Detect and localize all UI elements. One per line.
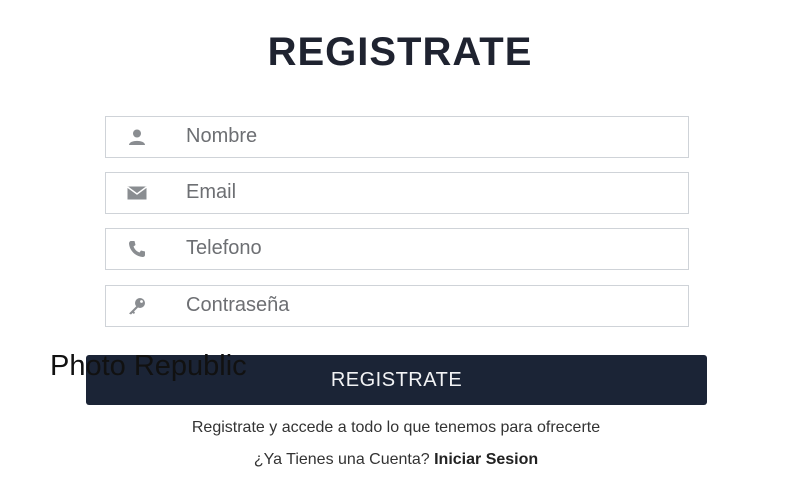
- user-icon: [126, 128, 148, 146]
- nombre-input[interactable]: [186, 117, 676, 156]
- telefono-input[interactable]: [186, 229, 676, 268]
- key-icon: [126, 297, 148, 315]
- login-prompt-line: ¿Ya Tienes una Cuenta? Iniciar Sesion: [0, 451, 792, 469]
- nombre-field[interactable]: [105, 116, 689, 158]
- tagline-text: Registrate y accede a todo lo que tenemo…: [191, 419, 601, 436]
- watermark-text: Photo Republic: [50, 350, 247, 382]
- page-title: REGISTRATE: [267, 30, 533, 74]
- email-input[interactable]: [186, 173, 676, 212]
- password-input[interactable]: [186, 286, 676, 325]
- telefono-field[interactable]: [105, 228, 689, 270]
- password-field[interactable]: [105, 285, 689, 327]
- phone-icon: [126, 240, 148, 258]
- email-field[interactable]: [105, 172, 689, 214]
- envelope-icon: [126, 184, 148, 202]
- login-prompt: ¿Ya Tienes una Cuenta?: [253, 451, 430, 468]
- login-link[interactable]: Iniciar Sesion: [434, 451, 538, 468]
